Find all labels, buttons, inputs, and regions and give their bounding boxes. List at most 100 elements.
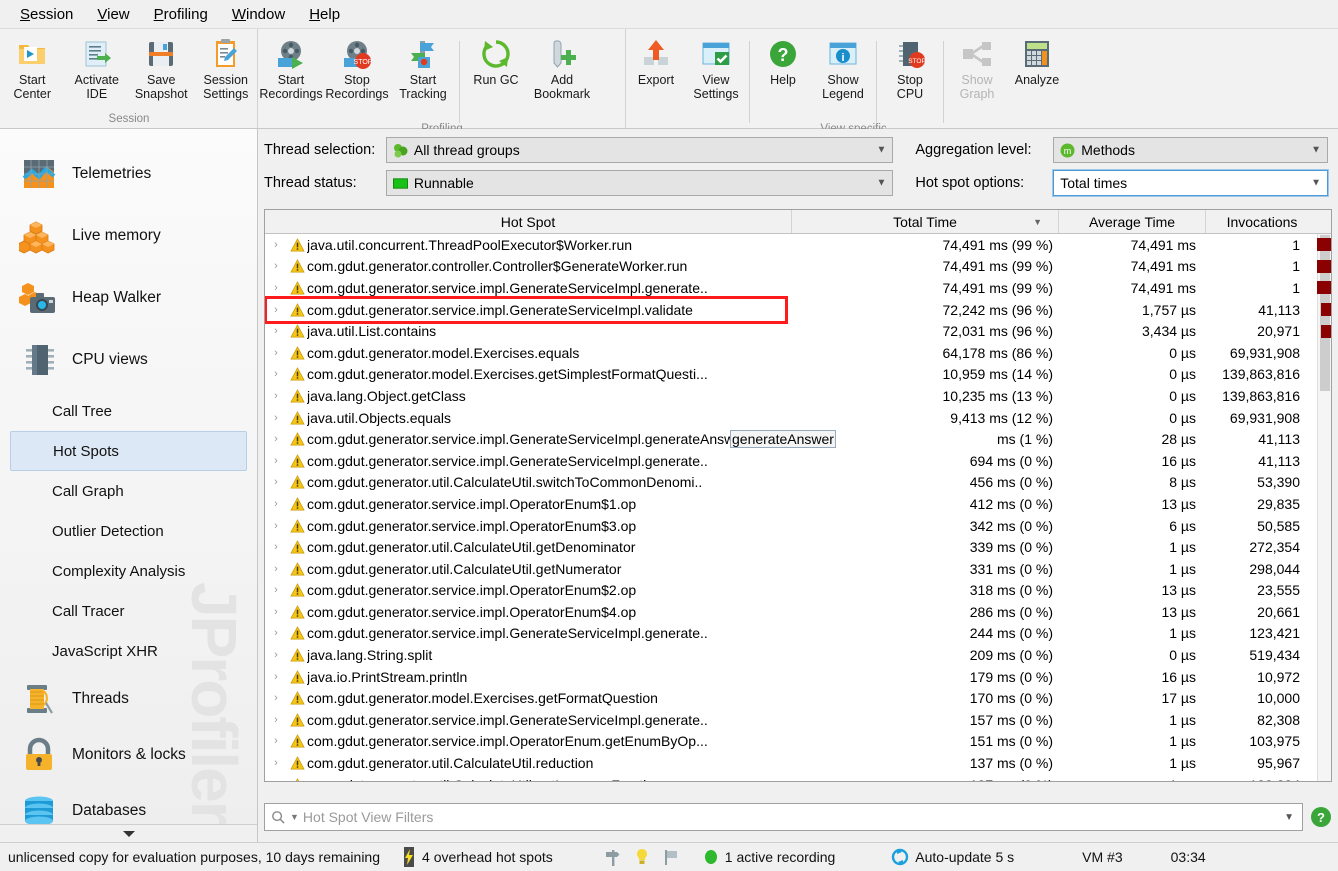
- table-row[interactable]: › com.gdut.generator.service.impl.Operato…: [265, 515, 1331, 537]
- lightbulb-icon[interactable]: [635, 848, 649, 866]
- table-row[interactable]: › com.gdut.generator.util.CalculateUtil.s…: [265, 472, 1331, 494]
- table-row[interactable]: › com.gdut.generator.util.CalculateUtil.g…: [265, 536, 1331, 558]
- row-expander-icon[interactable]: ›: [265, 498, 287, 510]
- row-expander-icon[interactable]: ›: [265, 476, 287, 488]
- menu-profiling[interactable]: Profiling: [142, 3, 220, 26]
- activate-ide-button[interactable]: Activate IDE: [65, 35, 130, 103]
- row-expander-icon[interactable]: ›: [265, 649, 287, 661]
- add-bookmark-button[interactable]: Add Bookmark: [529, 35, 595, 103]
- table-row[interactable]: › com.gdut.generator.util.CalculateUtil.g…: [265, 558, 1331, 580]
- overhead-status[interactable]: 4 overhead hot spots: [402, 847, 553, 867]
- flag-icon[interactable]: [663, 848, 679, 866]
- table-row[interactable]: › java.util.Objects.equals 9,413 ms (12 %)…: [265, 407, 1331, 429]
- run-gc-button[interactable]: Run GC: [463, 35, 529, 90]
- start-center-button[interactable]: Start Center: [0, 35, 65, 103]
- help-button[interactable]: ? Help: [753, 35, 813, 90]
- recording-status[interactable]: 1 active recording: [703, 849, 835, 865]
- menu-session[interactable]: Session: [8, 3, 85, 26]
- row-expander-icon[interactable]: ›: [265, 433, 287, 445]
- row-expander-icon[interactable]: ›: [265, 390, 287, 402]
- sidebar-item-monitors-locks[interactable]: Monitors & locks: [0, 727, 257, 783]
- table-row[interactable]: › com.gdut.generator.service.impl.Operato…: [265, 731, 1331, 753]
- hot-spot-view-filter-input[interactable]: ▼ Hot Spot View Filters ▼: [264, 803, 1303, 831]
- sidebar-item-cpu-views[interactable]: CPU views: [0, 329, 257, 391]
- sidebar-item-complexity-analysis[interactable]: Complexity Analysis: [10, 551, 247, 591]
- hot-spot-options-dropdown[interactable]: Total times ▼: [1052, 169, 1329, 197]
- save-snapshot-button[interactable]: Save Snapshot: [129, 35, 194, 103]
- auto-update-status[interactable]: Auto-update 5 s: [891, 848, 1014, 866]
- sidebar-item-threads[interactable]: Threads: [0, 671, 257, 727]
- start-recordings-button[interactable]: Start Recordings: [258, 35, 324, 103]
- start-tracking-button[interactable]: Start Tracking: [390, 35, 456, 103]
- menu-window[interactable]: Window: [220, 3, 297, 26]
- signpost-icon[interactable]: [605, 848, 621, 866]
- row-expander-icon[interactable]: ›: [265, 584, 287, 596]
- row-expander-icon[interactable]: ›: [265, 239, 287, 251]
- thread-status-dropdown[interactable]: Runnable ▼: [385, 170, 894, 196]
- row-expander-icon[interactable]: ›: [265, 606, 287, 618]
- sidebar-item-live-memory[interactable]: Live memory: [0, 205, 257, 267]
- row-expander-icon[interactable]: ›: [265, 282, 287, 294]
- column-header-total-time[interactable]: Total Time ▼: [792, 210, 1059, 233]
- row-expander-icon[interactable]: ›: [265, 520, 287, 532]
- row-expander-icon[interactable]: ›: [265, 347, 287, 359]
- row-expander-icon[interactable]: ›: [265, 714, 287, 726]
- sidebar-item-hot-spots[interactable]: Hot Spots: [10, 431, 247, 471]
- stop-cpu-button[interactable]: STOP Stop CPU: [880, 35, 940, 103]
- table-row[interactable]: › java.util.List.contains 72,031 ms (96 %)…: [265, 320, 1331, 342]
- row-expander-icon[interactable]: ›: [265, 627, 287, 639]
- row-expander-icon[interactable]: ›: [265, 455, 287, 467]
- table-row[interactable]: › com.gdut.generator.service.impl.Generat…: [265, 450, 1331, 472]
- sidebar-item-call-tracer[interactable]: Call Tracer: [10, 591, 247, 631]
- table-row[interactable]: › java.io.PrintStream.println 179 ms (0 %)…: [265, 666, 1331, 688]
- row-expander-icon[interactable]: ›: [265, 757, 287, 769]
- row-expander-icon[interactable]: ›: [265, 260, 287, 272]
- table-row[interactable]: › com.gdut.generator.model.Exercises.getS…: [265, 364, 1331, 386]
- table-row[interactable]: › com.gdut.generator.service.impl.Generat…: [265, 709, 1331, 731]
- row-expander-icon[interactable]: ›: [265, 304, 287, 316]
- row-expander-icon[interactable]: ›: [265, 325, 287, 337]
- table-row[interactable]: › com.gdut.generator.model.Exercises.getF…: [265, 687, 1331, 709]
- row-expander-icon[interactable]: ›: [265, 412, 287, 424]
- table-row[interactable]: › java.util.concurrent.ThreadPoolExecutor…: [265, 234, 1331, 256]
- sidebar-item-call-tree[interactable]: Call Tree: [10, 391, 247, 431]
- export-button[interactable]: Export: [626, 35, 686, 90]
- sidebar-item-heap-walker[interactable]: Heap Walker: [0, 267, 257, 329]
- table-row[interactable]: › com.gdut.generator.util.CalculateUtil.r…: [265, 752, 1331, 774]
- column-header-invocations[interactable]: Invocations: [1206, 210, 1318, 233]
- table-row[interactable]: › com.gdut.generator.service.impl.Generat…: [265, 277, 1331, 299]
- view-settings-button[interactable]: View Settings: [686, 35, 746, 103]
- session-settings-button[interactable]: Session Settings: [194, 35, 259, 103]
- table-row[interactable]: › com.gdut.generator.service.impl.Operato…: [265, 580, 1331, 602]
- table-row[interactable]: › com.gdut.generator.service.impl.Generat…: [265, 299, 1331, 321]
- table-row[interactable]: › com.gdut.generator.util.CalculateUtil.g…: [265, 774, 1331, 781]
- row-expander-icon[interactable]: ›: [265, 735, 287, 747]
- show-legend-button[interactable]: i Show Legend: [813, 35, 873, 103]
- table-row[interactable]: › com.gdut.generator.service.impl.Generat…: [265, 623, 1331, 645]
- menu-view[interactable]: View: [85, 3, 141, 26]
- menu-help[interactable]: Help: [297, 3, 352, 26]
- filter-help-button[interactable]: ?: [1310, 806, 1332, 828]
- row-expander-icon[interactable]: ›: [265, 692, 287, 704]
- table-row[interactable]: › com.gdut.generator.service.impl.Operato…: [265, 601, 1331, 623]
- aggregation-level-dropdown[interactable]: m Methods ▼: [1053, 137, 1328, 163]
- column-header-hot-spot[interactable]: Hot Spot: [265, 210, 792, 233]
- table-row[interactable]: › com.gdut.generator.controller.Controlle…: [265, 256, 1331, 278]
- row-expander-icon[interactable]: ›: [265, 541, 287, 553]
- thread-selection-dropdown[interactable]: All thread groups ▼: [385, 137, 894, 163]
- filter-dropdown-caret-icon[interactable]: ▼: [290, 812, 299, 822]
- sidebar-item-call-graph[interactable]: Call Graph: [10, 471, 247, 511]
- row-expander-icon[interactable]: ›: [265, 563, 287, 575]
- analyze-button[interactable]: Analyze: [1007, 35, 1067, 90]
- sidebar-item-javascript-xhr[interactable]: JavaScript XHR: [10, 631, 247, 671]
- chevron-down-icon[interactable]: ▼: [1284, 812, 1294, 823]
- sidebar-item-telemetries[interactable]: Telemetries: [0, 143, 257, 205]
- table-row[interactable]: › com.gdut.generator.service.impl.Operato…: [265, 493, 1331, 515]
- stop-recordings-button[interactable]: STOP Stop Recordings: [324, 35, 390, 103]
- column-header-average-time[interactable]: Average Time: [1059, 210, 1206, 233]
- table-row[interactable]: › java.lang.String.split 209 ms (0 %) 0 µs 5…: [265, 644, 1331, 666]
- sidebar-item-outlier-detection[interactable]: Outlier Detection: [10, 511, 247, 551]
- sidebar-scroll-down-button[interactable]: [0, 824, 257, 842]
- row-expander-icon[interactable]: ›: [265, 671, 287, 683]
- table-body[interactable]: › java.util.concurrent.ThreadPoolExecutor…: [265, 234, 1331, 781]
